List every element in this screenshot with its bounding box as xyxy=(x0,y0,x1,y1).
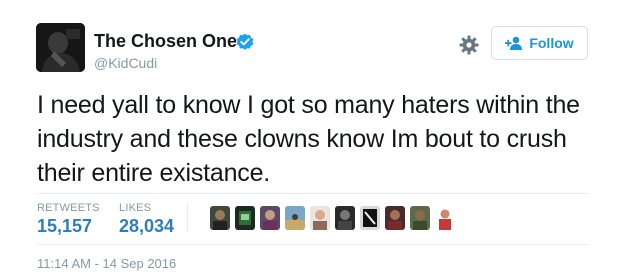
liker-avatar[interactable] xyxy=(285,206,305,230)
liker-avatar[interactable] xyxy=(260,206,280,230)
liker-avatar[interactable] xyxy=(335,206,355,230)
likers-list xyxy=(210,206,455,230)
retweets-label[interactable]: RETWEETS xyxy=(37,202,100,214)
follow-button-label: Follow xyxy=(529,35,574,51)
stats-divider-bottom xyxy=(37,244,589,245)
liker-avatar[interactable] xyxy=(210,206,230,230)
author-name[interactable]: The Chosen One xyxy=(94,30,237,52)
retweets-count[interactable]: 15,157 xyxy=(37,215,92,237)
liker-avatar[interactable] xyxy=(410,206,430,230)
stats-separator xyxy=(187,203,188,233)
author-avatar[interactable] xyxy=(36,23,85,72)
verified-badge-icon xyxy=(236,33,254,51)
liker-avatar[interactable] xyxy=(235,206,255,230)
gear-icon[interactable] xyxy=(458,34,480,56)
tweet-card: The Chosen One @KidCudi Follow I need ya… xyxy=(0,0,625,279)
likes-label[interactable]: LIKES xyxy=(119,202,151,214)
liker-avatar[interactable] xyxy=(310,206,330,230)
liker-avatar[interactable] xyxy=(360,206,380,230)
tweet-text: I need yall to know I got so many haters… xyxy=(37,91,580,187)
liker-avatar[interactable] xyxy=(435,206,455,230)
likes-count[interactable]: 28,034 xyxy=(119,215,174,237)
author-handle[interactable]: @KidCudi xyxy=(94,54,157,72)
follow-button[interactable]: Follow xyxy=(491,26,588,60)
liker-avatar[interactable] xyxy=(385,206,405,230)
tweet-timestamp[interactable]: 11:14 AM - 14 Sep 2016 xyxy=(37,256,176,272)
add-user-icon xyxy=(505,36,523,50)
stats-divider-top xyxy=(37,193,589,194)
